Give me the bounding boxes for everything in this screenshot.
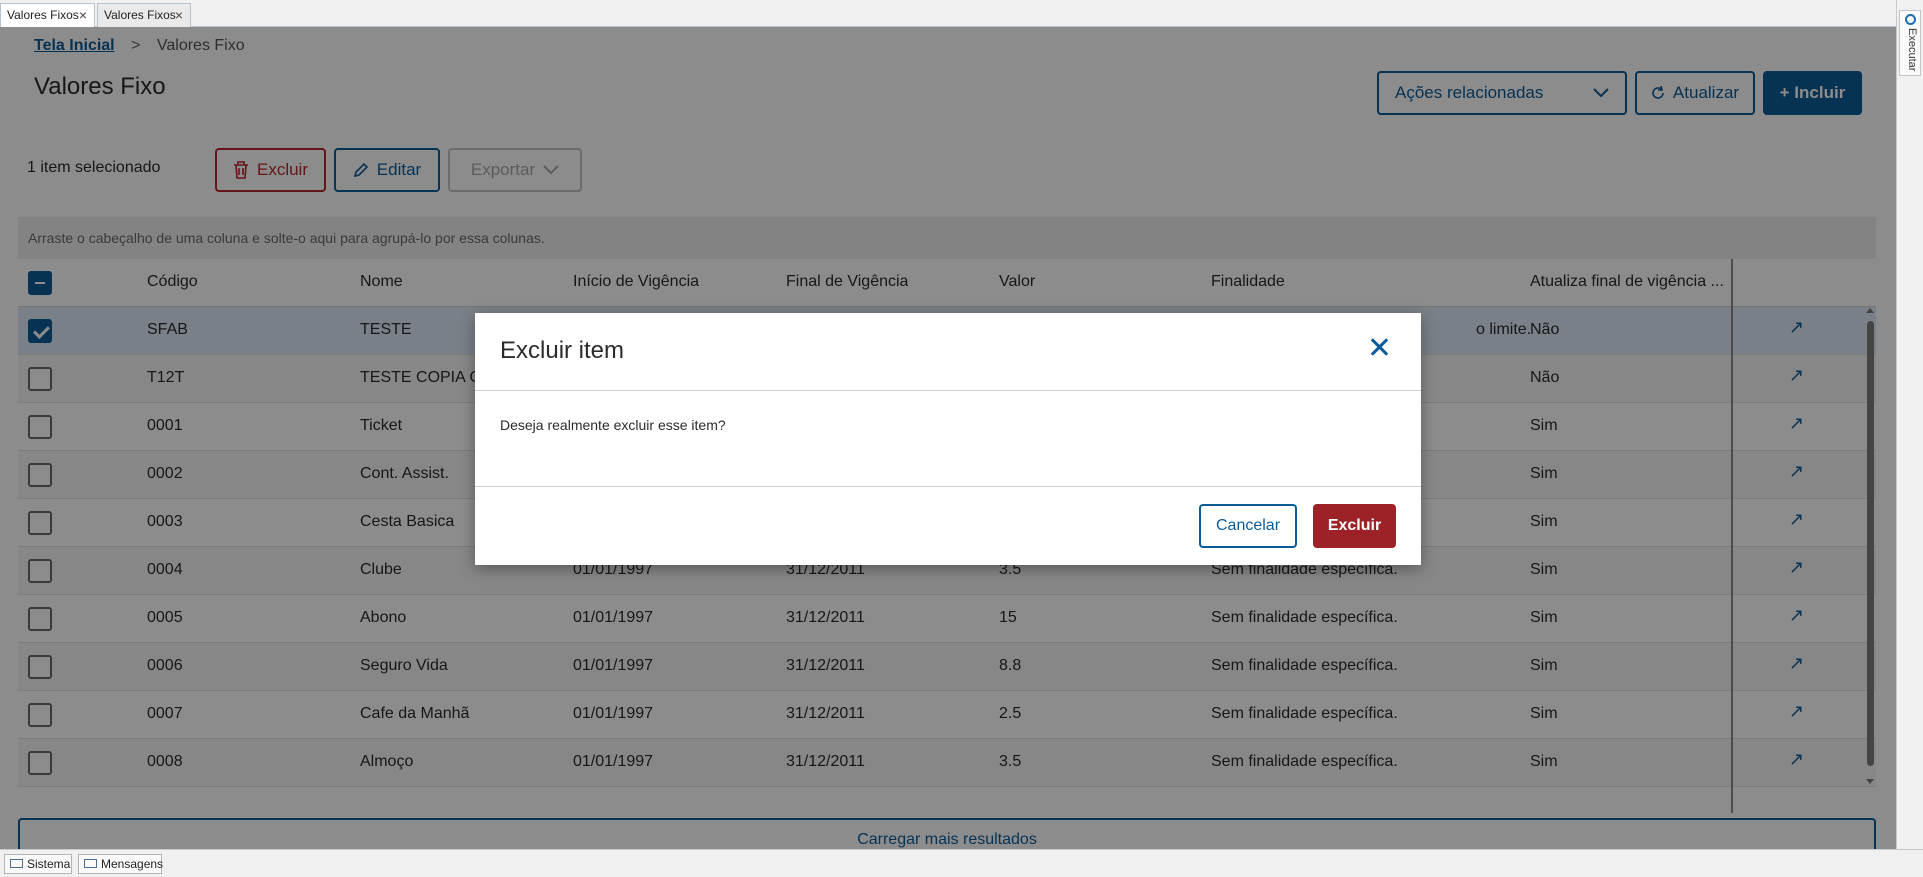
cancel-button[interactable]: Cancelar [1199, 504, 1297, 548]
system-label: Sistema [27, 857, 71, 871]
window-tab-strip: Valores Fixos × Valores Fixos × [0, 0, 1900, 28]
confirm-delete-button[interactable]: Excluir [1313, 504, 1396, 548]
modal-divider [475, 486, 1421, 487]
modal-message: Deseja realmente excluir esse item? [500, 417, 726, 433]
execute-label: Executar [1906, 28, 1918, 72]
system-button[interactable]: Sistema [4, 854, 72, 874]
right-sidebar: Executar [1896, 0, 1923, 877]
message-icon [84, 859, 97, 868]
status-bar: Sistema Mensagens [0, 849, 1923, 877]
execute-icon [1905, 14, 1916, 25]
close-icon[interactable] [1363, 331, 1395, 363]
close-icon[interactable]: × [175, 4, 183, 26]
window-tab[interactable]: Valores Fixos × [97, 3, 191, 27]
delete-confirmation-modal: Excluir item Deseja realmente excluir es… [475, 313, 1421, 565]
window-tab-label: Valores Fixos [104, 8, 176, 22]
close-icon[interactable]: × [79, 4, 87, 26]
modal-divider [475, 390, 1421, 391]
window-tab-label: Valores Fixos [7, 8, 79, 22]
modal-title: Excluir item [500, 337, 625, 364]
messages-label: Mensagens [101, 857, 164, 871]
window-tab[interactable]: Valores Fixos × [0, 3, 95, 28]
execute-button[interactable]: Executar [1899, 10, 1921, 76]
monitor-icon [10, 859, 23, 868]
messages-button[interactable]: Mensagens [78, 854, 164, 874]
